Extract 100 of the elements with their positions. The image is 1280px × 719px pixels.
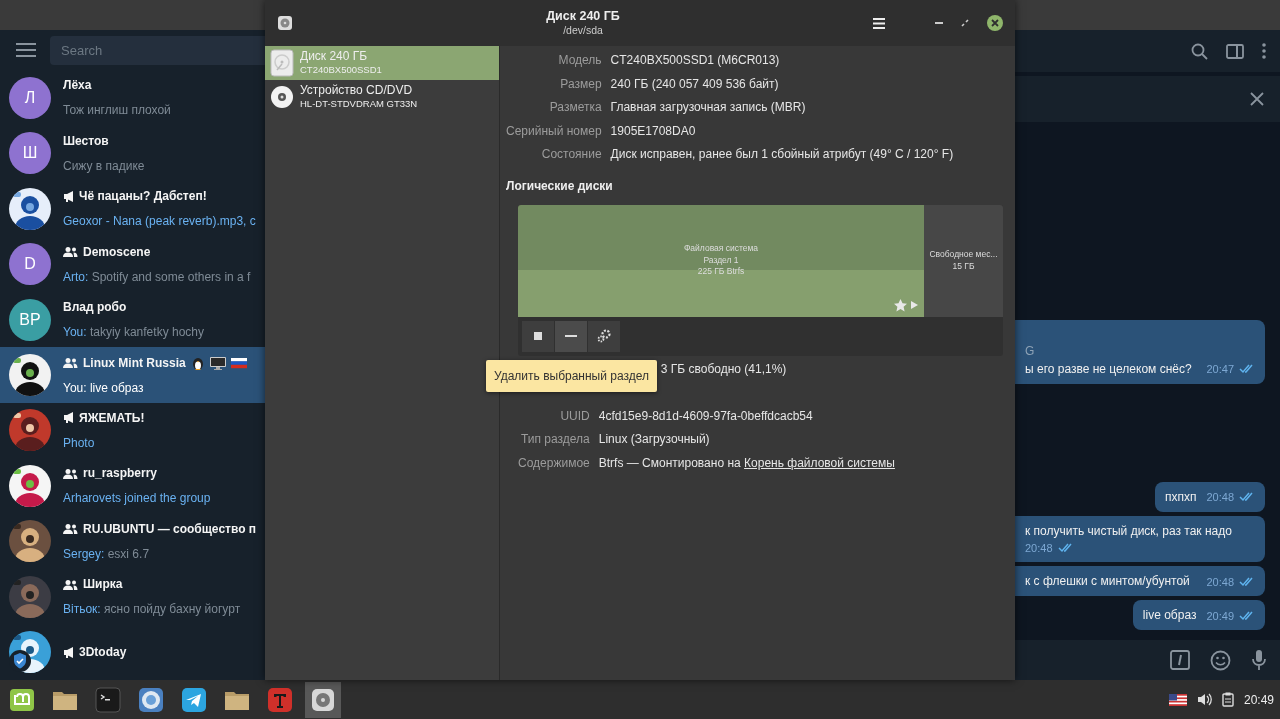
chat-item[interactable]: Л Лёха Тож инглиш плохой bbox=[0, 70, 265, 126]
taskbar-app[interactable] bbox=[305, 681, 341, 718]
chat-preview: Arharovets joined the group bbox=[63, 490, 211, 508]
property-label: Модель bbox=[557, 52, 602, 69]
device-model: HL-DT-STDVDRAM GT33N bbox=[300, 97, 418, 112]
property-label: Тип раздела bbox=[520, 431, 590, 448]
chat-item[interactable]: Ширка Вітьок: ясно пойду бахну йогурт bbox=[0, 569, 265, 625]
chat-name: 3Dtoday bbox=[79, 644, 127, 662]
chat-preview: Вітьок: ясно пойду бахну йогурт bbox=[63, 601, 241, 619]
menu-icon[interactable] bbox=[873, 17, 885, 29]
chat-preview: Sergey: esxi 6.7 bbox=[63, 545, 151, 563]
tooltip: Удалить выбранный раздел bbox=[486, 360, 657, 392]
chat-name: Ширка bbox=[83, 576, 123, 594]
megaphone-icon bbox=[63, 411, 74, 425]
message-text: пхпхп bbox=[1164, 488, 1197, 506]
chat-item[interactable]: D Demoscene Arto: Spotify and some others in a f bbox=[0, 236, 265, 292]
volume-icon[interactable] bbox=[1196, 693, 1212, 706]
chat-preview: Arto: Spotify and some others in a f bbox=[63, 268, 251, 286]
group-icon bbox=[63, 578, 78, 590]
flag-icon bbox=[230, 356, 247, 369]
stop-button[interactable] bbox=[522, 320, 554, 352]
property-label: Содержимое bbox=[518, 454, 590, 472]
megaphone-icon bbox=[63, 189, 74, 203]
device-model: CT240BX500SSD1 bbox=[300, 63, 382, 78]
restore-icon[interactable] bbox=[961, 19, 969, 27]
megaphone-icon bbox=[63, 645, 74, 659]
message-time: 20:48 bbox=[1025, 540, 1053, 556]
chat-name: Лёха bbox=[63, 77, 92, 95]
property-value: 240 ГБ (240 057 409 536 байт) bbox=[610, 75, 780, 93]
group-icon bbox=[63, 523, 78, 535]
avatar: Л bbox=[9, 76, 51, 119]
message-text: к с флешки с минтом/убунтой bbox=[1025, 573, 1190, 590]
chat-preview: Тож инглиш плохой bbox=[63, 102, 171, 120]
property-value: Linux (Загрузочный) bbox=[598, 431, 711, 448]
group-icon bbox=[63, 357, 78, 369]
chat-item[interactable]: Ш Шестов Сижу в падике bbox=[0, 125, 265, 181]
group-icon bbox=[63, 246, 78, 258]
window-title: Диск 240 ГБ bbox=[545, 8, 621, 25]
disk-icon bbox=[277, 15, 293, 31]
menu-icon[interactable] bbox=[16, 42, 36, 59]
clipboard-icon[interactable] bbox=[1221, 692, 1234, 707]
chat-item[interactable]: RU.UBUNTU — сообщество п Sergey: esxi 6.7 bbox=[0, 513, 265, 570]
avatar: Ш bbox=[9, 132, 51, 175]
mount-point-link[interactable]: Корень файловой системы bbox=[744, 455, 895, 470]
chat-item[interactable]: Чё пацаны? Дабстеп! Geoxor - Nana (peak reverb).mp3, c bbox=[0, 181, 265, 237]
chat-name: Demoscene bbox=[83, 243, 151, 261]
property-value: CT240BX500SSD1 (M6CR013) bbox=[610, 52, 781, 69]
shield-check-icon bbox=[9, 650, 31, 672]
chat-item[interactable]: ЯЖЕМАТЬ! Photo bbox=[0, 402, 265, 459]
chat-name: Чё пацаны? Дабстеп! bbox=[79, 188, 207, 206]
chat-name: ЯЖЕМАТЬ! bbox=[79, 410, 145, 427]
property-label: UUID bbox=[559, 407, 590, 425]
close-icon[interactable] bbox=[987, 15, 1003, 31]
more-icon[interactable] bbox=[1262, 43, 1266, 59]
chat-item[interactable]: ВР Влад робо You: takyiy kanfetky hochy bbox=[0, 291, 265, 348]
terminal-icon bbox=[94, 685, 122, 714]
partition-label: Файловая система Раздел 1 225 ГБ Btrfs bbox=[683, 243, 759, 278]
monitor-icon bbox=[209, 355, 226, 370]
chat-name: Linux Mint Russia bbox=[83, 354, 186, 372]
emoji-icon[interactable] bbox=[1210, 649, 1231, 671]
device-item[interactable]: Устройство CD/DVD HL-DT-STDVDRAM GT33N bbox=[265, 80, 499, 114]
search-icon[interactable] bbox=[1191, 42, 1208, 60]
chat-name: Шестов bbox=[63, 132, 109, 150]
property-label: Состояние bbox=[540, 146, 602, 163]
message-time: 20:47 bbox=[1206, 362, 1234, 377]
minus-icon bbox=[565, 335, 577, 337]
message-text: G bbox=[1025, 342, 1036, 360]
remove-button[interactable] bbox=[555, 320, 587, 352]
group-icon bbox=[63, 467, 78, 479]
partition-segment[interactable]: Свободное мес... 15 ГБ bbox=[924, 204, 1003, 317]
device-name: Диск 240 ГБ bbox=[300, 48, 369, 64]
globe-icon bbox=[137, 685, 165, 714]
property-value: 1905E1708DA0 bbox=[610, 122, 697, 140]
chat-item[interactable]: Linux Mint Russia You: live образ bbox=[0, 347, 265, 403]
settings-button[interactable] bbox=[588, 320, 620, 352]
message-time: 20:48 bbox=[1206, 490, 1234, 505]
play-icon bbox=[911, 301, 918, 309]
chat-name: Влад робо bbox=[63, 299, 127, 317]
avatar: ВР bbox=[9, 298, 51, 341]
search-field[interactable]: Search bbox=[50, 35, 265, 65]
microphone-icon[interactable] bbox=[1251, 649, 1267, 671]
close-icon[interactable] bbox=[1250, 92, 1264, 106]
minimize-icon[interactable] bbox=[935, 19, 943, 27]
flag-icon[interactable] bbox=[1168, 693, 1187, 706]
chat-preview: Geoxor - Nana (peak reverb).mp3, c bbox=[63, 213, 256, 231]
font-icon bbox=[266, 685, 294, 714]
avatar: D bbox=[9, 243, 51, 286]
property-value: 4cfd15e9-8d1d-4609-97fa-0beffdcacb54 bbox=[598, 407, 814, 425]
commands-icon[interactable] bbox=[1170, 650, 1190, 670]
property-value: Btrfs — Смонтировано на Корень файловой системы bbox=[598, 454, 896, 472]
chat-item[interactable]: ru_raspberry Arharovets joined the group bbox=[0, 458, 265, 514]
window-subtitle: /dev/sda bbox=[562, 24, 604, 38]
chat-preview: You: live образ bbox=[63, 379, 145, 397]
gear-icon bbox=[596, 328, 612, 344]
message-text: к получить чистый диск, раз так надо bbox=[1025, 522, 1232, 540]
section-heading: Логические диски bbox=[506, 177, 614, 195]
property-label: Разметка bbox=[548, 99, 602, 116]
clock: 20:49 bbox=[1243, 691, 1274, 709]
property-label: Серийный номер bbox=[506, 122, 602, 140]
sidebar-icon[interactable] bbox=[1226, 43, 1244, 59]
